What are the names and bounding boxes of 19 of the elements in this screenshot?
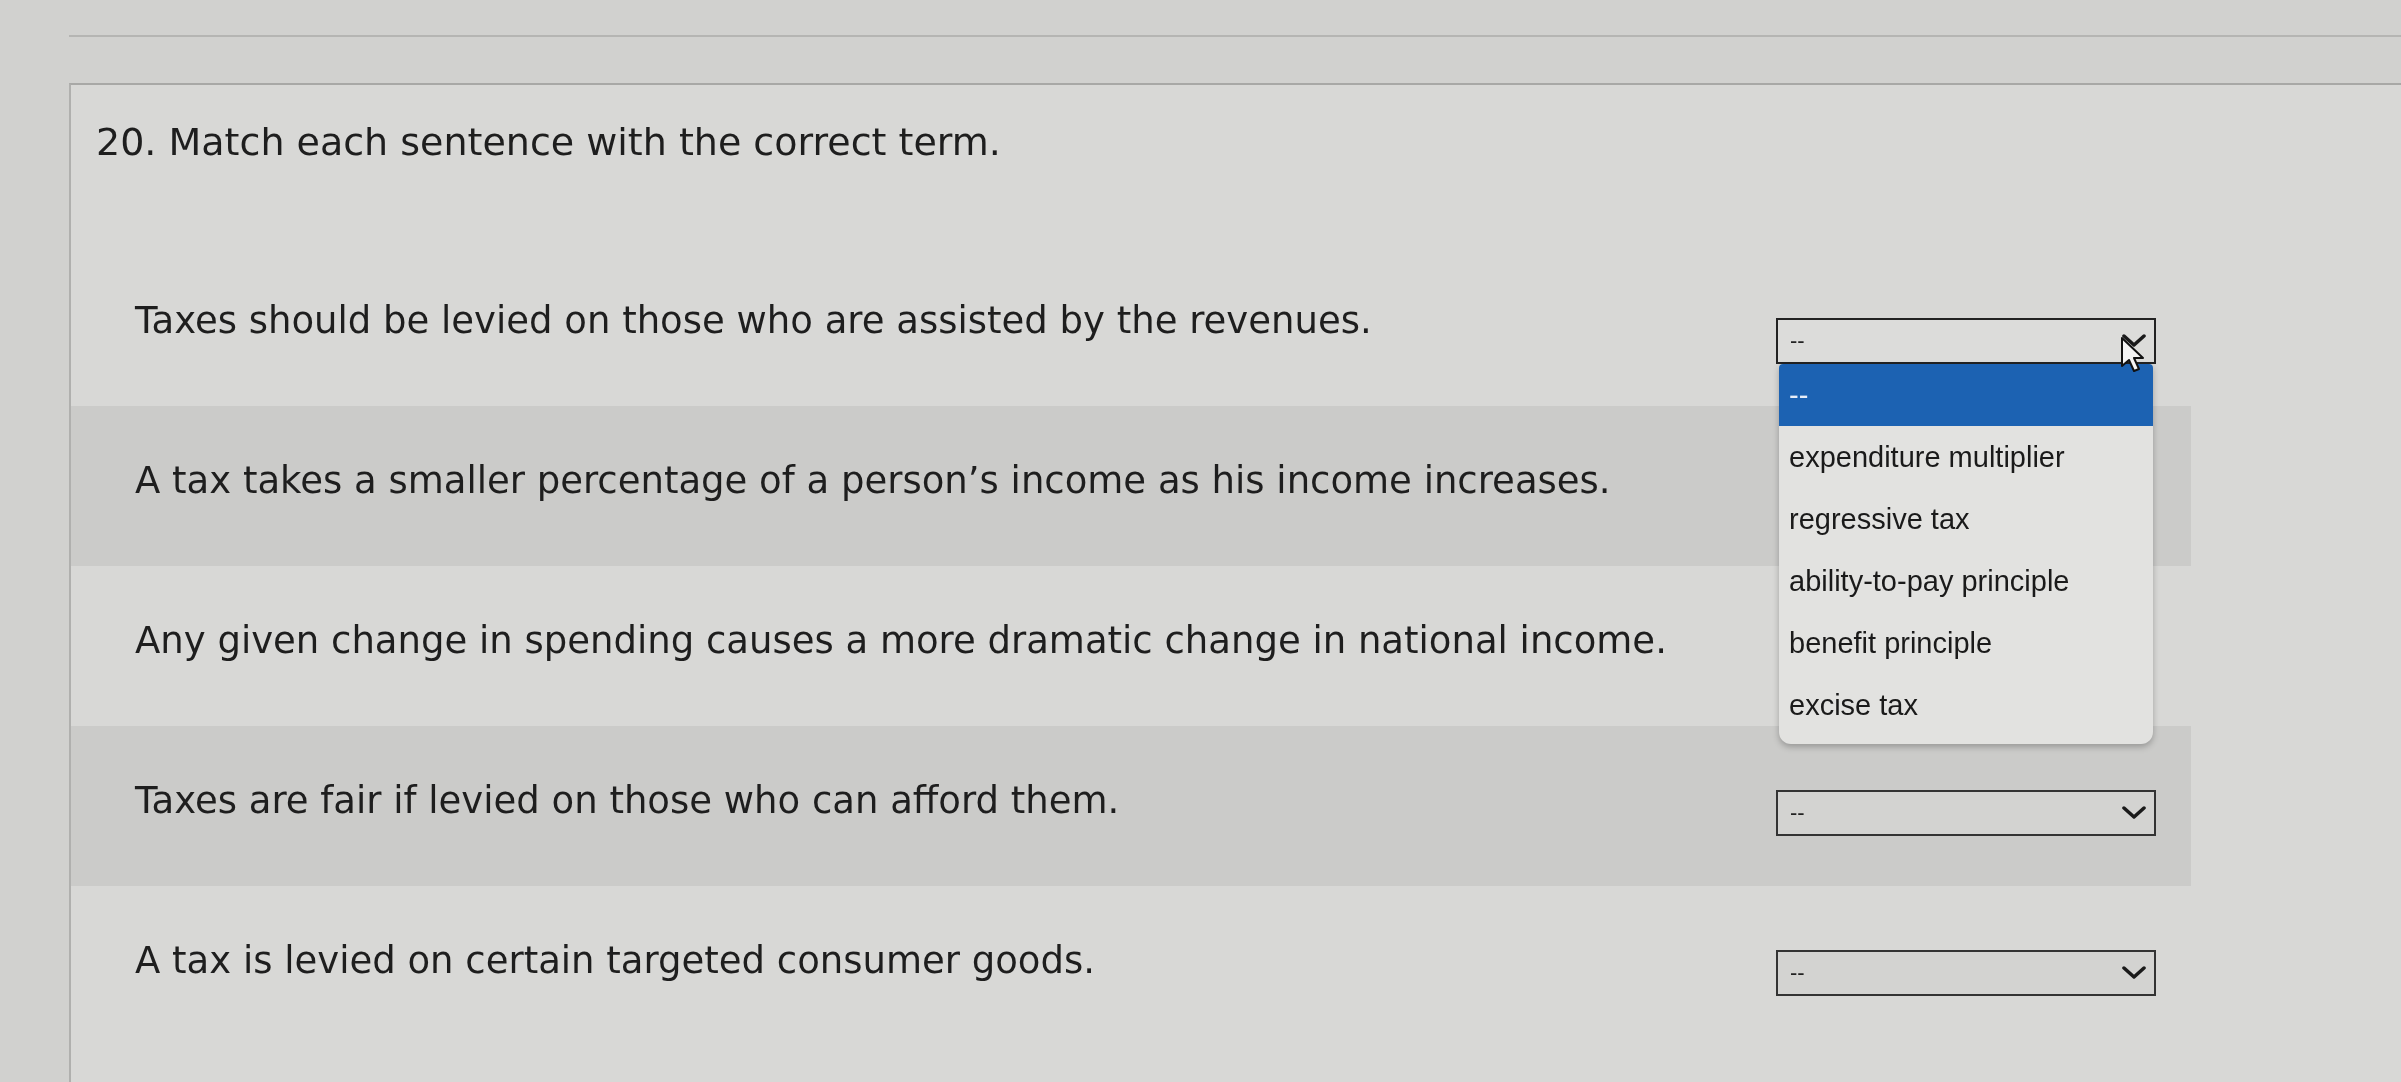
mouse-pointer-icon [2120,336,2146,374]
chevron-down-icon [2122,806,2146,820]
dropdown-option[interactable]: excise tax [1779,674,2153,736]
sentence-text: A tax is levied on certain targeted consumer goods. [135,939,1096,983]
dropdown-option[interactable]: -- [1779,364,2153,426]
sentence-text: Taxes should be levied on those who are assisted by the revenues. [135,299,1372,343]
sentence-text: Any given change in spending causes a more dramatic change in national income. [135,619,1667,663]
sentence-text: Taxes are fair if levied on those who can afford them. [135,779,1120,823]
question-title: 20. Match each sentence with the correct term. [95,119,1001,164]
chevron-down-icon [2122,966,2146,980]
dropdown-option[interactable]: benefit principle [1779,612,2153,674]
dropdown-select[interactable]: -- [1776,790,2156,836]
sentence-text: A tax takes a smaller percentage of a person’s income as his income increases. [135,459,1611,503]
dropdown-option[interactable]: ability-to-pay principle [1779,550,2153,612]
dropdown-select[interactable]: -- [1776,950,2156,996]
chevron-down-icon [2122,334,2146,348]
dropdown-option[interactable]: expenditure multiplier [1779,426,2153,488]
dropdown-option[interactable]: regressive tax [1779,488,2153,550]
dropdown-select[interactable]: -- [1776,318,2156,364]
